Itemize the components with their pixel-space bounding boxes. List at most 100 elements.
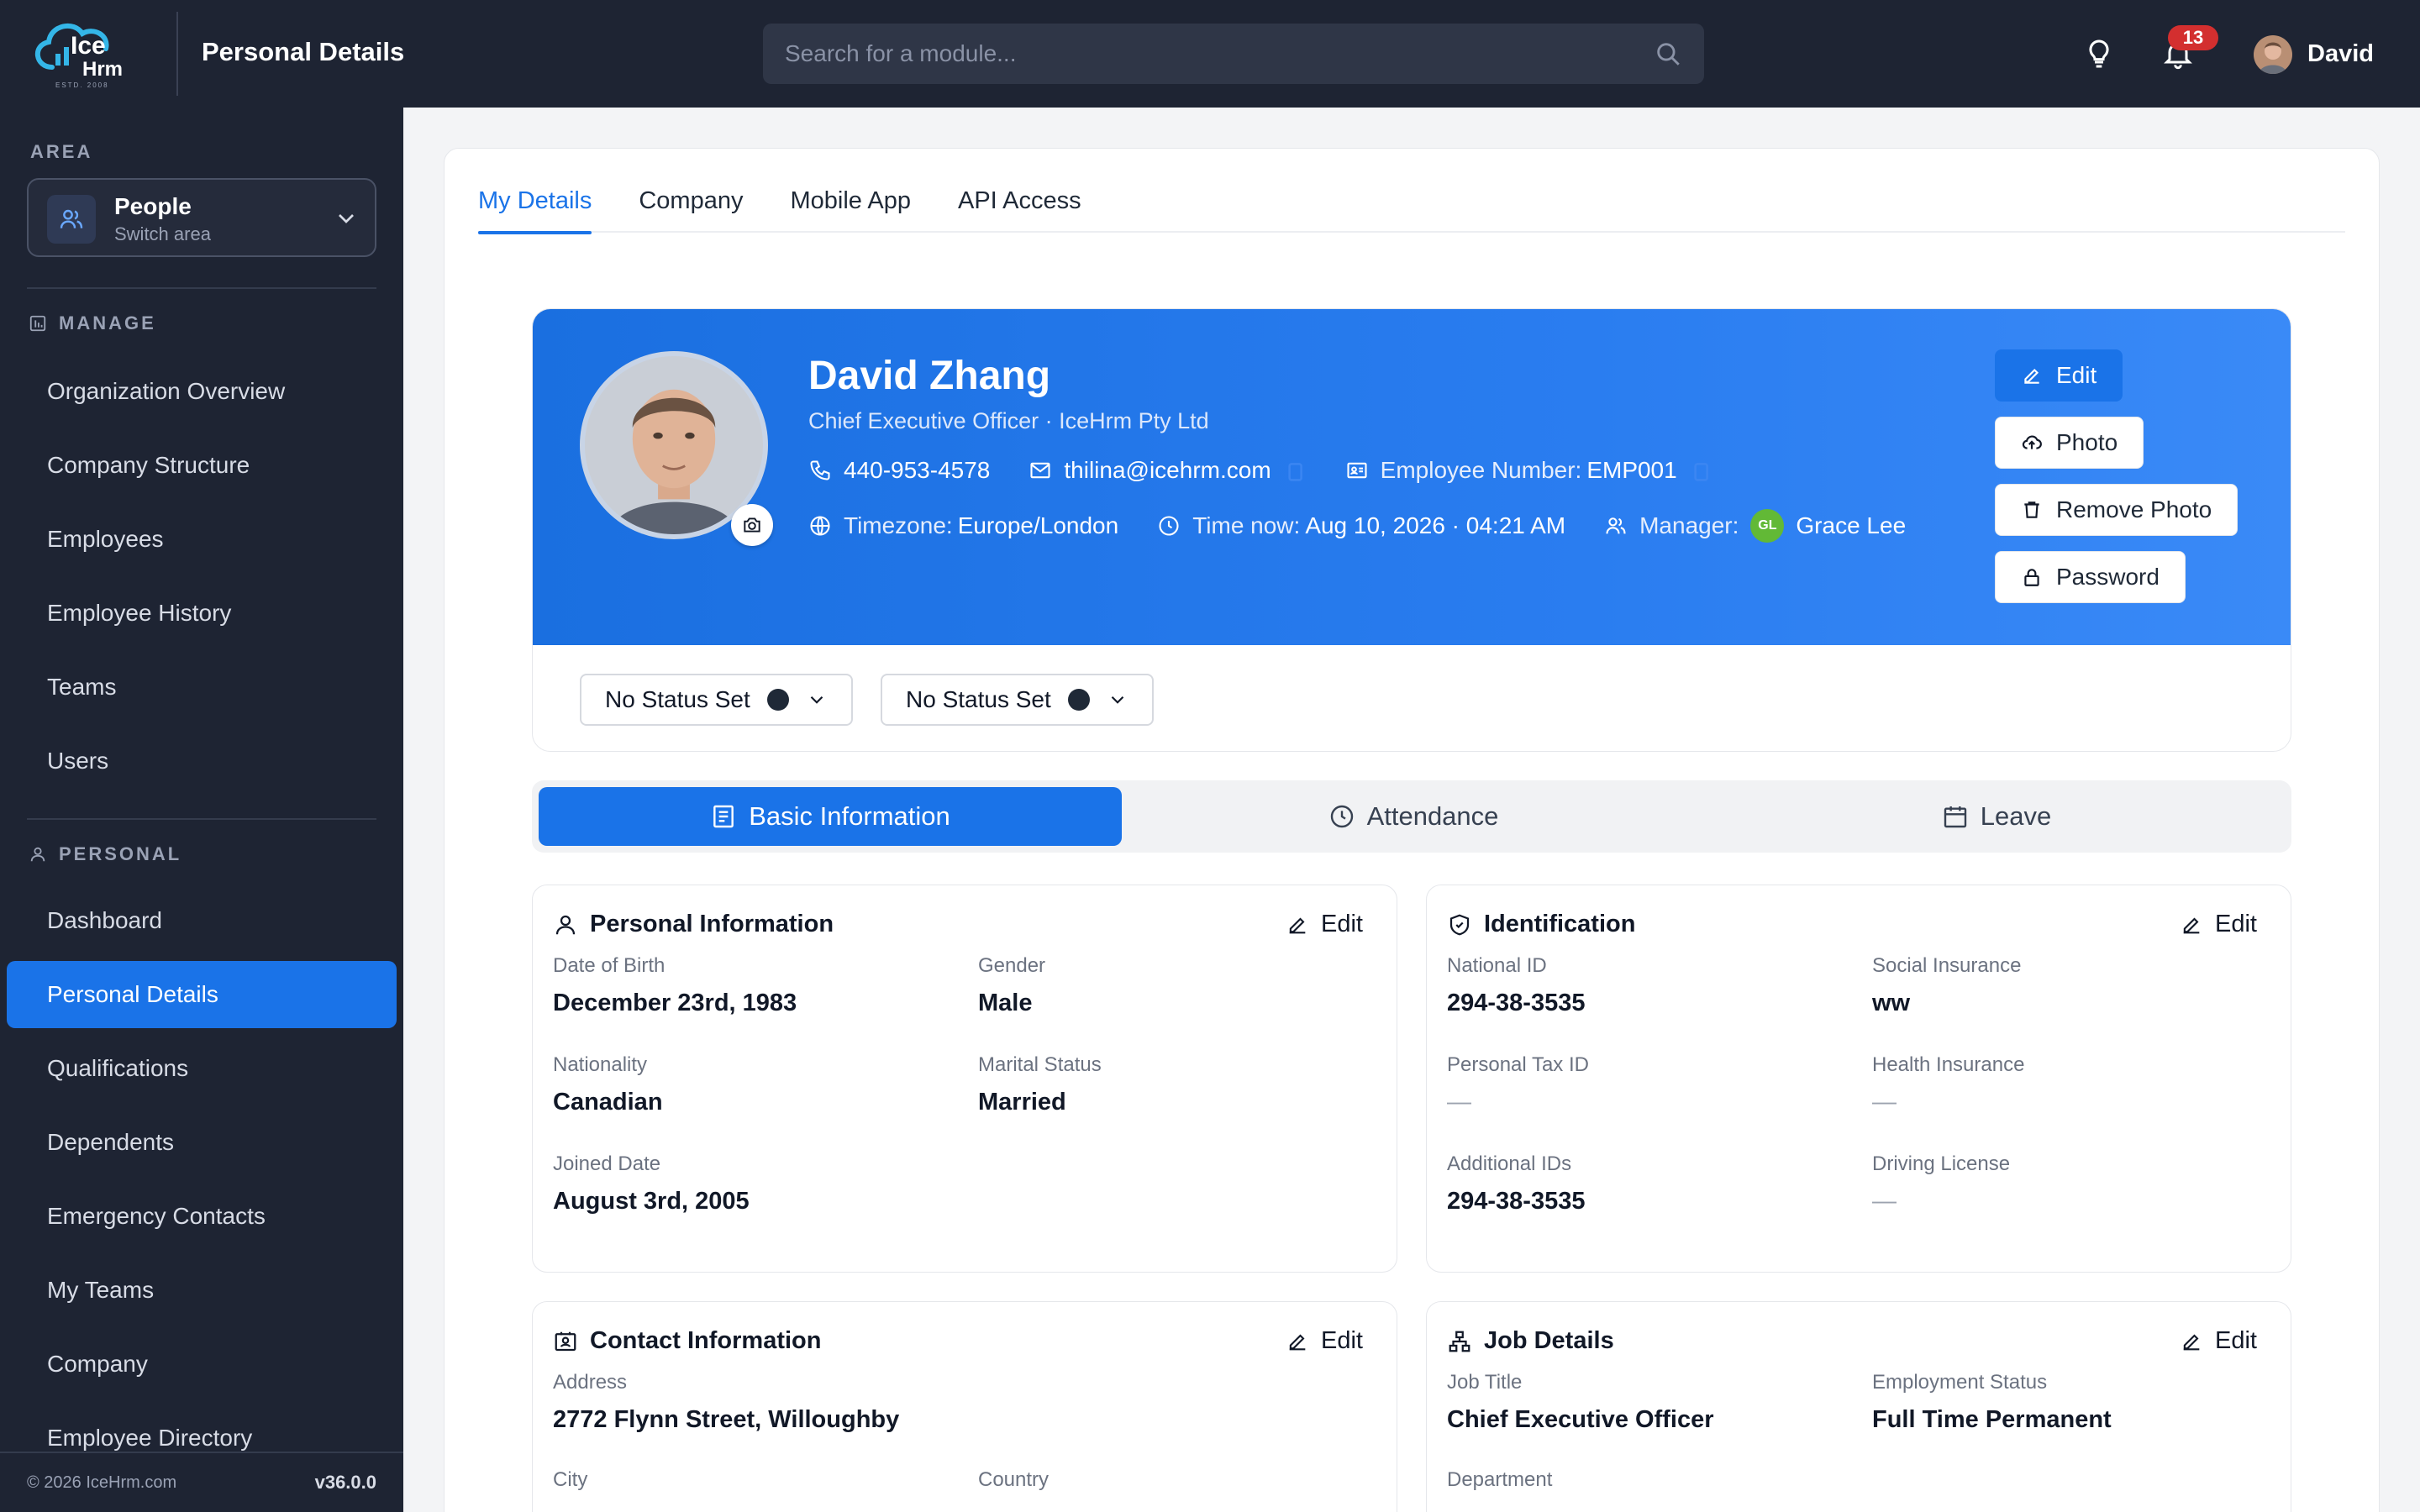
change-photo-button[interactable] [731, 504, 773, 546]
time-now: Time now: Aug 10, 2026 · 04:21 AM [1157, 512, 1565, 539]
manager-avatar: GL [1750, 509, 1785, 543]
field-health-insurance: Health Insurance — [1872, 1053, 2025, 1116]
subtab-attendance[interactable]: Attendance [1122, 787, 1705, 846]
password-button[interactable]: Password [1995, 551, 2186, 603]
lock-icon [2024, 569, 2039, 586]
area-label: AREA [30, 141, 93, 162]
area-title: People [114, 193, 192, 219]
calendar-icon [1944, 806, 1966, 828]
edit-identification-button[interactable]: Edit [2180, 911, 2257, 938]
user-avatar[interactable] [2254, 35, 2292, 74]
clock-icon [1159, 516, 1179, 536]
field-social-insurance: Social Insurance ww [1872, 954, 2022, 1016]
tab-company[interactable]: Company [639, 179, 743, 233]
pencil-icon [2024, 368, 2039, 384]
status-dot [766, 689, 789, 711]
field-additional-ids: Additional IDs 294-38-3535 [1447, 1152, 1586, 1215]
pencil-icon [2183, 1334, 2200, 1350]
version: v36.0.0 [314, 1472, 376, 1493]
sidebar-item-emergency-contacts[interactable]: Emergency Contacts [7, 1183, 397, 1250]
sidebar-item-company-structure[interactable]: Company Structure [7, 432, 397, 499]
email[interactable]: thilina@icehrm.com [1028, 457, 1306, 484]
copyright: © 2026 IceHrm.com [27, 1473, 177, 1492]
field-driving-license: Driving License — [1872, 1152, 2011, 1215]
search-input[interactable] [785, 40, 1654, 67]
sidebar-item-employees[interactable]: Employees [7, 506, 397, 573]
tab-mobile-app[interactable]: Mobile App [790, 179, 911, 233]
tab-my-details[interactable]: My Details [478, 179, 592, 234]
tab-api-access[interactable]: API Access [958, 179, 1081, 233]
field-personal-tax-id: Personal Tax ID — [1447, 1053, 1589, 1116]
status-select-2[interactable]: No Status Set [881, 674, 1154, 726]
field-gender: Gender Male [978, 954, 1046, 1016]
contact-row: 440-953-4578 thilina@icehrm.com Employee… [808, 457, 1751, 484]
search-icon[interactable] [1654, 39, 1682, 68]
globe-icon [810, 516, 830, 536]
people-icon [47, 195, 96, 244]
job-details-card: Job Details Edit Job Title Chief Executi… [1426, 1301, 2291, 1512]
icehrm-logo[interactable]: Ice Hrm ESTD. 2008 [27, 15, 146, 92]
field-nationality: Nationality Canadian [553, 1053, 663, 1116]
camera-icon [744, 517, 760, 533]
personal-information-card: Personal Information Edit Date of Birth … [532, 885, 1397, 1273]
lightbulb-icon[interactable] [2082, 37, 2116, 71]
field-department: Department [1447, 1468, 1553, 1491]
edit-job-button[interactable]: Edit [2180, 1327, 2257, 1355]
area-subtitle: Switch area [114, 223, 211, 244]
sidebar-item-organization-overview[interactable]: Organization Overview [7, 358, 397, 425]
field-address: Address 2772 Flynn Street, Willoughby [553, 1371, 900, 1433]
sidebar-item-dependents[interactable]: Dependents [7, 1109, 397, 1176]
copy-icon[interactable] [1283, 459, 1307, 482]
sidebar-item-employee-history[interactable]: Employee History [7, 580, 397, 647]
svg-text:Ice: Ice [71, 32, 106, 60]
personal-section-header: PERSONAL [29, 843, 182, 865]
identification-card: Identification Edit National ID 294-38-3… [1426, 885, 2291, 1273]
svg-text:ESTD. 2008: ESTD. 2008 [55, 81, 109, 89]
subtab-leave[interactable]: Leave [1705, 787, 2288, 846]
user-name[interactable]: David [2307, 40, 2374, 68]
subtab-basic-information[interactable]: Basic Information [539, 787, 1122, 846]
area-switcher[interactable]: People Switch area [27, 178, 376, 257]
sidebar-item-my-teams[interactable]: My Teams [7, 1257, 397, 1324]
clock-icon [1330, 805, 1353, 828]
topbar-divider [176, 12, 178, 96]
profile-card: David Zhang Chief Executive Officer · Ic… [532, 308, 2291, 752]
top-bar: Ice Hrm ESTD. 2008 Personal Details 13 D… [0, 0, 2420, 108]
edit-contact-button[interactable]: Edit [1286, 1327, 1363, 1355]
pencil-icon [1289, 1334, 1306, 1350]
employee-name: David Zhang [808, 354, 1051, 398]
sidebar-item-dashboard[interactable]: Dashboard [7, 887, 397, 954]
chevron-down-icon [339, 214, 354, 223]
manage-section-header: MANAGE [29, 312, 156, 334]
contact-information-card: Contact Information Edit Address 2772 Fl… [532, 1301, 1397, 1512]
sidebar-item-qualifications[interactable]: Qualifications [7, 1035, 397, 1102]
edit-profile-button[interactable]: Edit [1995, 349, 2123, 402]
shield-icon [1449, 914, 1470, 935]
people-icon [1606, 517, 1626, 534]
svg-text:Hrm: Hrm [82, 58, 123, 81]
edit-personal-button[interactable]: Edit [1286, 911, 1363, 938]
upload-photo-button[interactable]: Photo [1995, 417, 2144, 469]
field-national-id: National ID 294-38-3535 [1447, 954, 1586, 1016]
person-icon [30, 847, 45, 862]
card-title: Contact Information [553, 1327, 822, 1355]
search-bar[interactable] [763, 24, 1704, 84]
phone[interactable]: 440-953-4578 [808, 457, 990, 484]
manager[interactable]: Manager: GL Grace Lee [1604, 509, 1906, 543]
notification-badge[interactable]: 13 [2168, 25, 2218, 50]
card-title: Identification [1447, 911, 1635, 938]
remove-photo-button[interactable]: Remove Photo [1995, 484, 2238, 536]
sidebar-item-teams[interactable]: Teams [7, 654, 397, 721]
sidebar: AREA People Switch area MANAGE Organizat… [0, 108, 403, 1512]
org-chart-icon [1449, 1331, 1470, 1352]
status-select-1[interactable]: No Status Set [580, 674, 853, 726]
chevron-down-icon [1111, 696, 1124, 704]
sidebar-divider [27, 818, 376, 820]
field-joined-date: Joined Date August 3rd, 2005 [553, 1152, 750, 1215]
sidebar-item-users[interactable]: Users [7, 727, 397, 795]
copy-icon[interactable] [1689, 459, 1712, 482]
card-title: Personal Information [553, 911, 834, 938]
sidebar-item-company[interactable]: Company [7, 1331, 397, 1398]
mail-icon [1030, 462, 1050, 479]
sidebar-item-personal-details[interactable]: Personal Details [7, 961, 397, 1028]
